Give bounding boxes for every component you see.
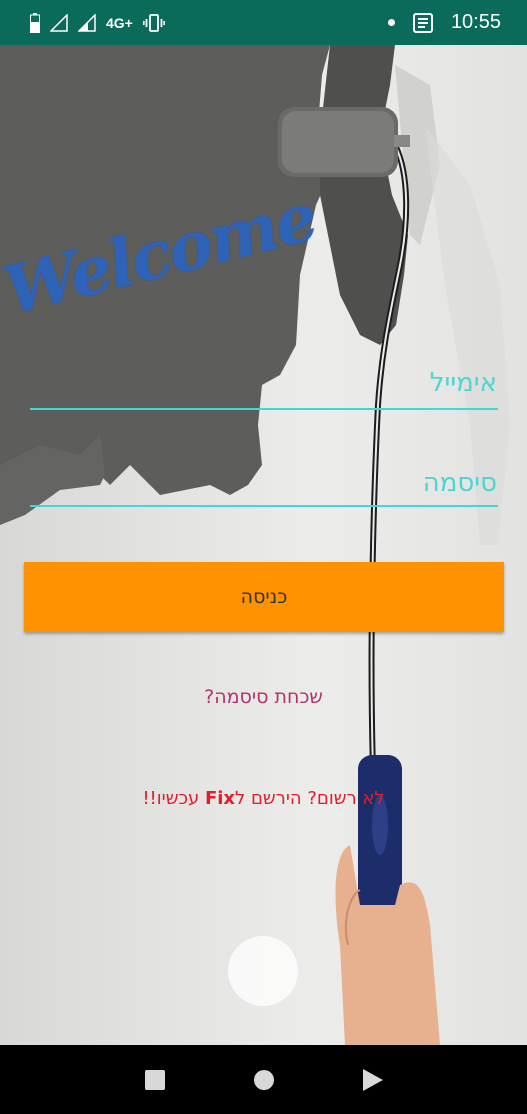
status-right: 10:55 (387, 11, 501, 34)
square-icon (144, 1069, 165, 1090)
login-button-label: כניסה (240, 586, 288, 608)
triangle-back-icon (362, 1068, 383, 1091)
forgot-password-link[interactable]: שכחת סיסמה? (0, 686, 527, 708)
login-button[interactable]: כניסה (24, 562, 504, 632)
register-brand: Fix (204, 788, 236, 809)
circle-icon (253, 1069, 274, 1090)
register-prefix: לא רשום? הירשם ל (235, 788, 385, 809)
status-left: 4G+ (30, 12, 165, 33)
navigation-bar (0, 1045, 527, 1114)
recents-button[interactable] (135, 1060, 175, 1100)
floating-bubble-button[interactable] (228, 936, 298, 1006)
notification-dot-icon (387, 19, 395, 26)
email-underline (30, 408, 498, 410)
network-type-label: 4G+ (106, 14, 133, 31)
home-button[interactable] (244, 1060, 284, 1100)
news-icon (412, 12, 433, 33)
password-underline (30, 505, 498, 507)
status-bar: 4G+ 10:55 (0, 0, 527, 45)
signal-icon (50, 13, 68, 32)
password-field[interactable]: סיסמה (423, 468, 497, 498)
back-button[interactable] (353, 1060, 393, 1100)
register-link[interactable]: לא רשום? הירשם לFix עכשיו!! (0, 788, 527, 809)
email-field[interactable]: אימייל (430, 368, 497, 398)
battery-icon (30, 12, 40, 33)
register-suffix: עכשיו!! (142, 788, 205, 809)
signal-icon (78, 13, 96, 32)
vibrate-icon (142, 13, 165, 32)
clock: 10:55 (450, 11, 501, 33)
